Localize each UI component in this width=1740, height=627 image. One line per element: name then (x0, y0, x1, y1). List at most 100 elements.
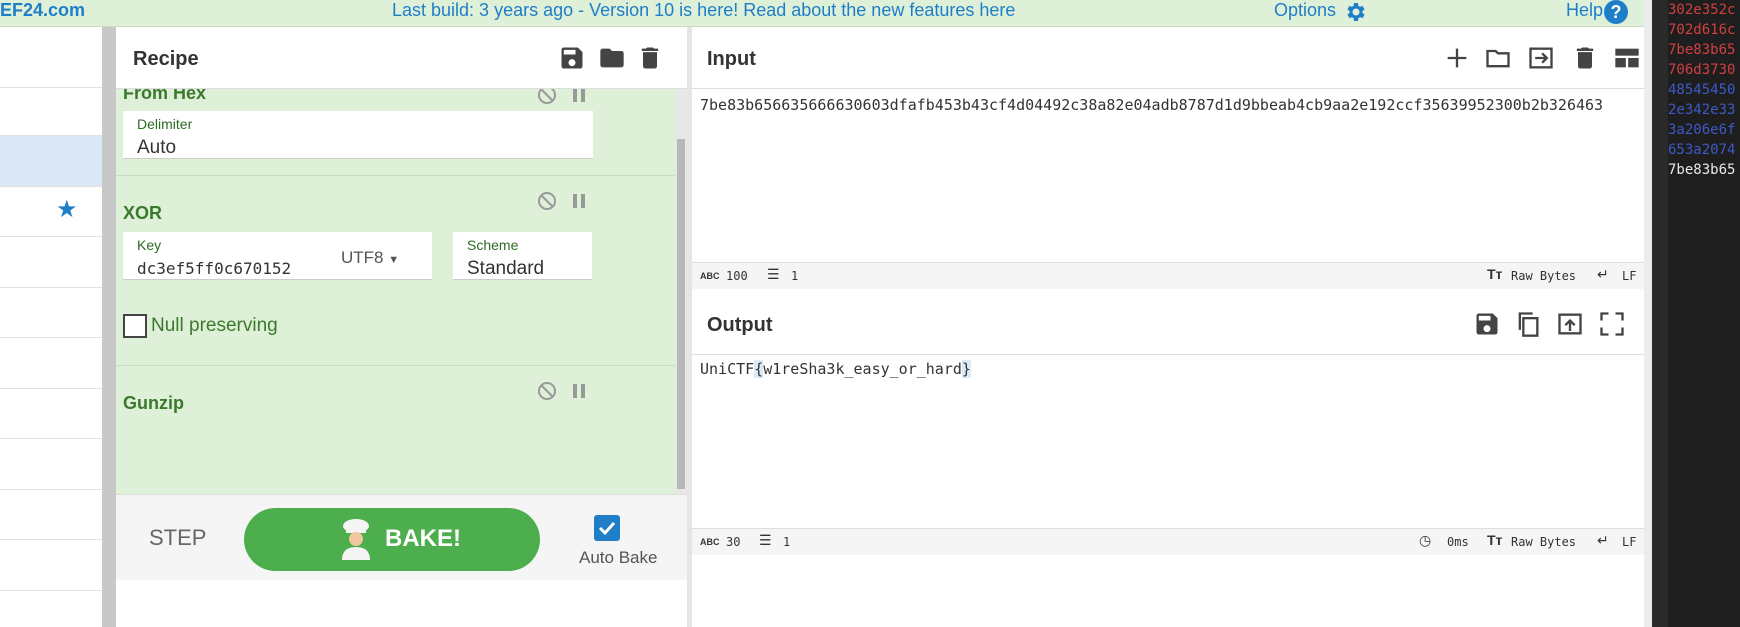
list-item[interactable] (0, 338, 102, 389)
op-xor-controls[interactable] (535, 189, 595, 213)
folder-icon[interactable] (598, 44, 626, 72)
output-text[interactable]: UniCTF{w1reSha3k_easy_or_hard} (700, 357, 1630, 381)
list-item[interactable] (0, 389, 102, 439)
scheme-label: Scheme (467, 237, 519, 253)
output-lines: 1 (783, 535, 791, 549)
lines-icon: ☰ (759, 532, 772, 548)
input-encoding[interactable]: Raw Bytes (1511, 269, 1576, 283)
divider (116, 365, 675, 366)
null-preserving-checkbox[interactable] (123, 314, 147, 338)
bake-controls: STEP BAKE! Auto Bake (116, 494, 687, 580)
replace-input-icon[interactable] (1556, 310, 1584, 338)
auto-bake-label[interactable]: Auto Bake (579, 548, 657, 568)
output-encoding[interactable]: Raw Bytes (1511, 535, 1576, 549)
help-icon[interactable]: ? (1604, 0, 1628, 24)
delimiter-value[interactable]: Auto (137, 137, 176, 159)
text-encoding-icon: Tт (1487, 266, 1503, 282)
hex-line: 7be83b65 (1668, 162, 1736, 178)
auto-bake-checkbox[interactable] (594, 515, 620, 541)
input-length: 100 (726, 269, 748, 283)
chef-icon (342, 519, 370, 560)
clear-input-icon[interactable] (1571, 44, 1599, 72)
options-link[interactable]: Options (1274, 0, 1336, 27)
favourites-category[interactable]: ★ (0, 187, 102, 237)
output-text-brace-close: } (961, 360, 971, 378)
input-textarea[interactable]: 7be83b656635666630603dfafb453b43cf4d0449… (700, 93, 1630, 117)
list-item[interactable] (0, 288, 102, 338)
key-encoding-dropdown[interactable]: UTF8 ▼ (341, 248, 399, 268)
trash-icon[interactable] (636, 44, 664, 72)
help-link[interactable]: Help (1566, 0, 1603, 27)
xor-key-field[interactable]: Key dc3ef5ff0c670152 UTF8 ▼ (123, 232, 432, 280)
hex-line: 48545450 (1668, 82, 1736, 98)
chevron-down-icon: ▼ (388, 254, 400, 266)
op-gunzip-title[interactable]: Gunzip (123, 393, 184, 414)
window-scrollbar[interactable] (1644, 0, 1652, 627)
site-brand-link[interactable]: EF24.com (0, 0, 85, 27)
bake-button[interactable]: BAKE! (244, 508, 540, 571)
input-eol[interactable]: LF (1622, 269, 1636, 283)
import-file-icon[interactable] (1527, 44, 1555, 72)
copy-icon[interactable] (1514, 310, 1542, 338)
hex-line: 702d616c (1668, 22, 1736, 38)
input-panel: Input 7be83b656635666630603dfafb453b43cf… (692, 27, 1644, 293)
left-divider-bar[interactable] (102, 27, 116, 627)
maximise-icon[interactable] (1598, 310, 1626, 338)
eol-icon: ↵ (1597, 266, 1609, 282)
output-panel: Output UniCTF{w1reSha3k_easy_or_hard} AB… (692, 293, 1644, 555)
list-item[interactable] (0, 540, 102, 591)
op-from-hex-controls[interactable] (535, 89, 595, 107)
list-item[interactable] (0, 237, 102, 288)
input-title: Input (707, 48, 756, 70)
side-hex-panel: 302e352c 702d616c 7be83b65 706d3730 48545450… (1652, 0, 1740, 627)
output-status-bar: ABC 30 ☰ 1 ◷ 0ms Tт Raw Bytes ↵ LF (692, 528, 1644, 555)
null-preserving-label[interactable]: Null preserving (151, 315, 278, 337)
folder-open-icon[interactable] (1484, 44, 1512, 72)
hex-line: 7be83b65 (1668, 42, 1736, 58)
save-output-icon[interactable] (1473, 310, 1501, 338)
op-from-hex-title[interactable]: From Hex (123, 89, 206, 104)
op-gunzip-controls[interactable] (535, 379, 595, 403)
recipe-panel: Recipe From Hex Delimiter Auto XOR Key d… (116, 27, 687, 627)
length-icon: ABC (700, 537, 720, 547)
text-encoding-icon: Tт (1487, 532, 1503, 548)
list-item[interactable] (0, 439, 102, 490)
op-xor-title[interactable]: XOR (123, 203, 162, 224)
input-status-bar: ABC 100 ☰ 1 Tт Raw Bytes ↵ LF (692, 262, 1644, 289)
xor-scheme-field[interactable]: Scheme Standard (453, 232, 592, 280)
scheme-value[interactable]: Standard (467, 258, 544, 280)
output-text-brace-open: { (754, 360, 764, 378)
step-button[interactable]: STEP (149, 525, 206, 551)
hex-line: 3a206e6f (1668, 122, 1736, 138)
check-icon (598, 521, 616, 536)
layout-icon[interactable] (1613, 44, 1641, 72)
eol-icon: ↵ (1597, 532, 1609, 548)
version-notice-link[interactable]: Last build: 3 years ago - Version 10 is … (392, 0, 1015, 27)
add-tab-icon[interactable] (1443, 44, 1471, 72)
output-time: 0ms (1447, 535, 1469, 549)
top-banner: EF24.com Last build: 3 years ago - Versi… (0, 0, 1645, 27)
output-title: Output (707, 314, 773, 336)
save-icon[interactable] (558, 44, 586, 72)
hex-line: 302e352c (1668, 2, 1736, 18)
list-item[interactable] (0, 490, 102, 540)
list-item[interactable] (0, 27, 102, 88)
gear-icon[interactable] (1341, 0, 1369, 24)
recipe-scrollbar[interactable] (675, 89, 687, 494)
search-row[interactable] (0, 88, 102, 136)
divider (116, 175, 675, 176)
delimiter-field[interactable]: Delimiter Auto (123, 111, 593, 159)
list-item-selected[interactable] (0, 136, 102, 187)
recipe-operations: From Hex Delimiter Auto XOR Key dc3ef5ff… (116, 89, 675, 494)
key-value[interactable]: dc3ef5ff0c670152 (137, 259, 291, 278)
bake-label: BAKE! (385, 525, 461, 552)
scroll-thumb[interactable] (677, 139, 685, 489)
output-length: 30 (726, 535, 741, 549)
output-eol[interactable]: LF (1622, 535, 1636, 549)
hex-line: 2e342e33 (1668, 102, 1736, 118)
input-lines: 1 (791, 269, 799, 283)
output-header: Output (692, 293, 1644, 355)
key-encoding-value: UTF8 (341, 248, 384, 267)
hex-line: 653a2074 (1668, 142, 1736, 158)
hex-line: 706d3730 (1668, 62, 1736, 78)
